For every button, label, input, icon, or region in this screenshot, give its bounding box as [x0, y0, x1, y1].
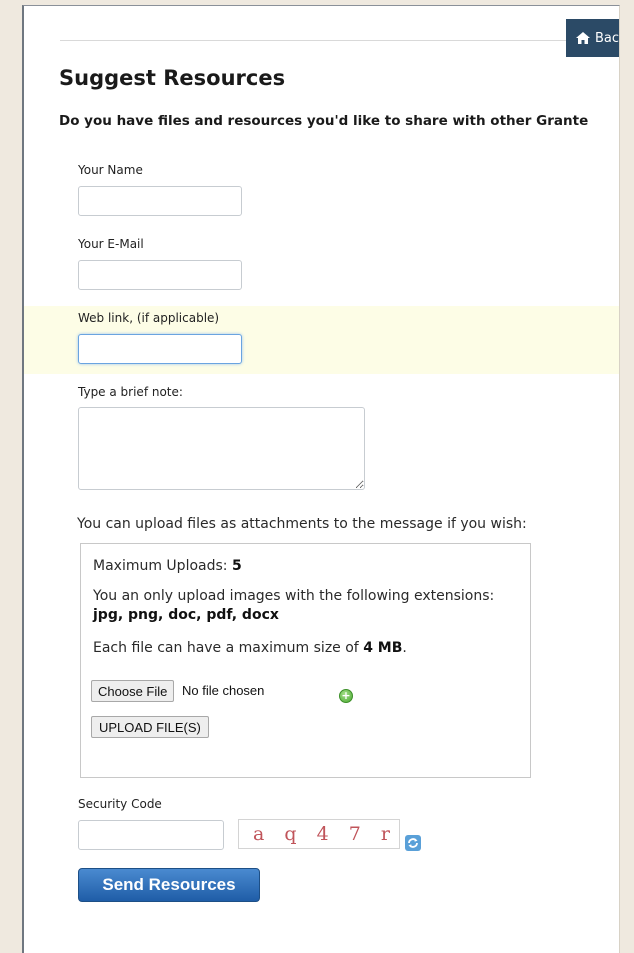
send-resources-button[interactable]: Send Resources: [78, 868, 260, 902]
name-field[interactable]: [78, 186, 242, 216]
note-label: Type a brief note:: [78, 385, 183, 399]
email-label: Your E-Mail: [78, 237, 144, 251]
choose-file-button[interactable]: Choose File: [91, 680, 175, 702]
name-label: Your Name: [78, 163, 143, 177]
content-panel: Bac Suggest Resources Do you have files …: [22, 5, 620, 953]
refresh-icon[interactable]: [405, 835, 421, 851]
web-link-label: Web link, (if applicable): [78, 311, 220, 325]
top-divider: [60, 40, 590, 41]
upload-files-button[interactable]: UPLOAD FILE(S): [91, 716, 209, 738]
back-button-label: Bac: [595, 30, 620, 46]
web-link-field[interactable]: [78, 334, 242, 364]
email-field[interactable]: [78, 260, 242, 290]
max-uploads-label: Maximum Uploads:: [93, 558, 232, 574]
no-file-chosen-text: No file chosen: [182, 683, 265, 698]
home-icon: [576, 32, 590, 44]
max-uploads-value: 5: [231, 558, 242, 574]
max-uploads-text: Maximum Uploads: 5: [93, 558, 242, 574]
security-code-label: Security Code: [78, 797, 162, 811]
security-code-field[interactable]: [78, 820, 224, 850]
extensions-list-value: jpg, png, doc, pdf, docx: [93, 607, 279, 623]
back-button[interactable]: Bac: [566, 19, 620, 57]
captcha-image: a q 4 7 r: [238, 819, 400, 849]
add-circle-icon[interactable]: +: [339, 689, 353, 703]
max-size-label: Each file can have a maximum size of: [93, 640, 364, 656]
max-size-end: .: [402, 640, 407, 656]
max-size-value: 4 MB: [363, 640, 403, 656]
max-size-text: Each file can have a maximum size of 4 M…: [93, 640, 407, 656]
page-title: Suggest Resources: [59, 66, 286, 90]
extensions-list: jpg, png, doc, pdf, docx: [93, 607, 279, 623]
upload-intro: You can upload files as attachments to t…: [77, 516, 527, 532]
extensions-text: You an only upload images with the follo…: [93, 588, 495, 604]
note-textarea[interactable]: [78, 407, 365, 490]
upload-box: Maximum Uploads: 5 You an only upload im…: [80, 543, 531, 778]
intro-text: Do you have files and resources you'd li…: [59, 113, 589, 129]
